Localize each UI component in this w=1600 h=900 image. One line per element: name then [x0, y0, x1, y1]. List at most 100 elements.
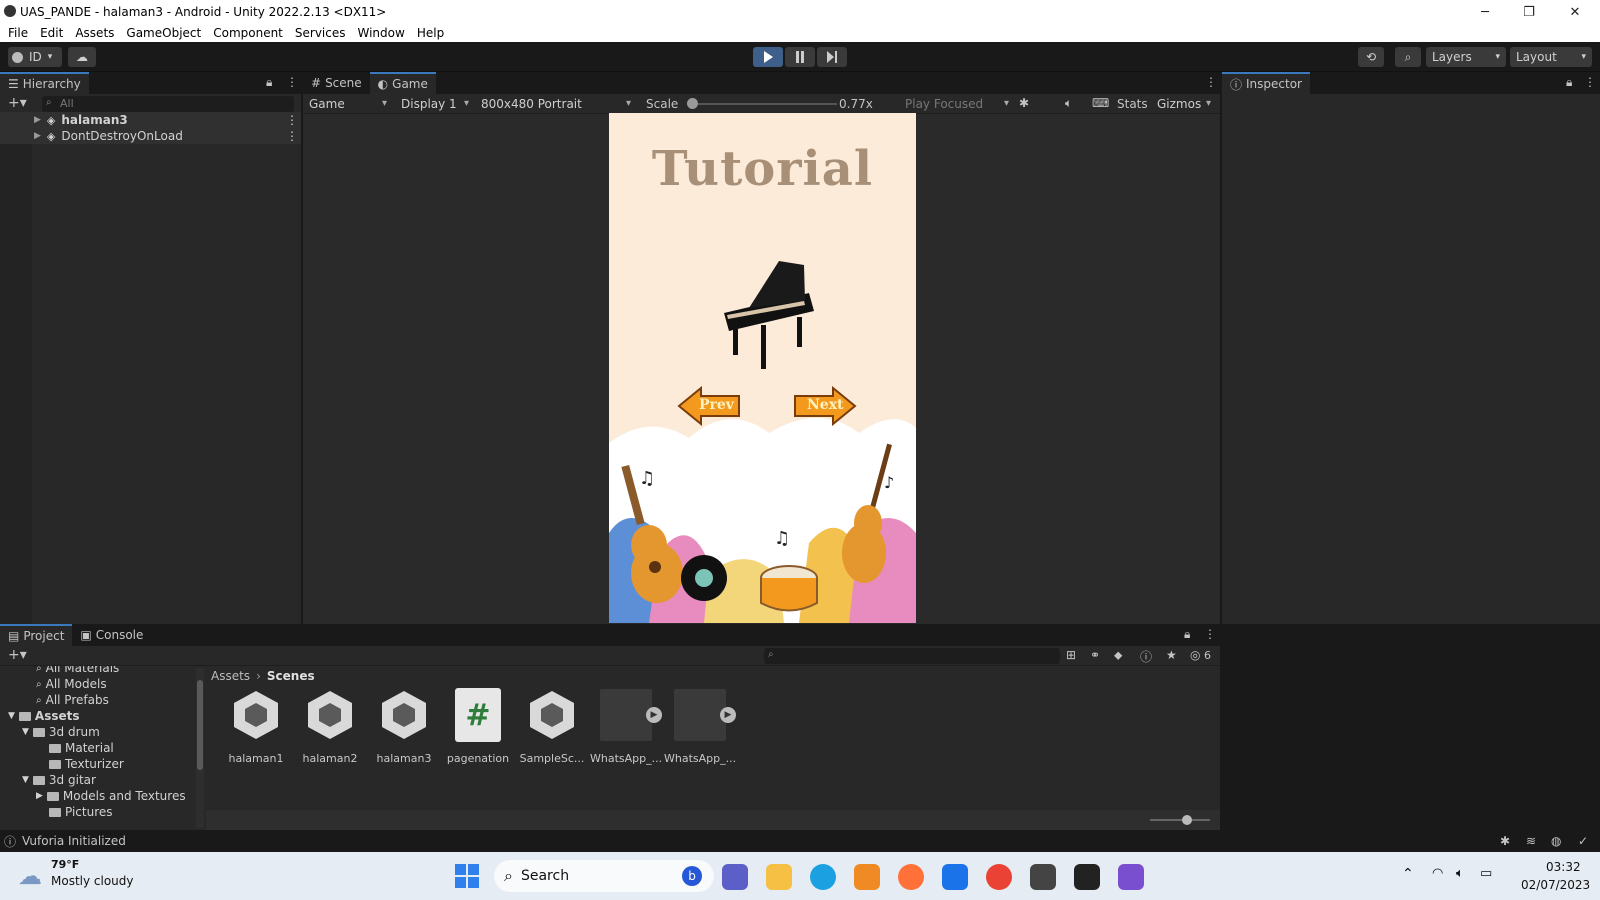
more-icon[interactable]: ⋮	[286, 75, 298, 89]
chevron-up-icon[interactable]: ⌃	[1402, 866, 1414, 882]
more-icon[interactable]: ⋮	[286, 113, 298, 127]
hierarchy-search-input[interactable]: ⌕ All	[42, 96, 294, 112]
zoom-slider-thumb[interactable]	[1182, 815, 1192, 825]
more-icon[interactable]: ⋮	[286, 129, 298, 143]
play-focused-dropdown[interactable]: Play Focused	[901, 95, 1013, 113]
volume-icon[interactable]: 🔈︎	[1456, 866, 1464, 881]
minimize-button[interactable]: ─	[1462, 0, 1508, 24]
check-icon[interactable]: ✓	[1578, 834, 1588, 848]
tab-project[interactable]: ▤ Project	[0, 624, 73, 646]
restore-button[interactable]: ❐	[1506, 0, 1552, 24]
gizmos-dropdown[interactable]: Gizmos	[1153, 95, 1215, 113]
photos-icon[interactable]	[942, 864, 968, 890]
tab-hierarchy[interactable]: ☰ Hierarchy	[0, 72, 89, 94]
search-by-type-icon[interactable]: ⊞	[1066, 648, 1076, 662]
mute-audio-icon[interactable]: 🔈︎	[1065, 96, 1072, 111]
shortcuts-keyboard-icon[interactable]: ⌨	[1092, 96, 1109, 110]
menu-assets[interactable]: Assets	[69, 26, 120, 40]
next-button[interactable]: Next	[793, 385, 857, 427]
battery-icon[interactable]: ▭	[1480, 866, 1492, 881]
visual-studio-icon[interactable]	[1118, 864, 1144, 890]
project-tree-item[interactable]: ▼ 3d drum	[22, 724, 100, 740]
add-icon[interactable]: +▾	[8, 647, 27, 663]
menu-edit[interactable]: Edit	[34, 26, 69, 40]
project-search-input[interactable]: ⌕	[764, 648, 1060, 664]
asset-item[interactable]: ▶ WhatsApp_...	[664, 686, 736, 765]
start-windows-icon[interactable]	[455, 864, 479, 888]
menu-window[interactable]: Window	[352, 26, 411, 40]
tab-game[interactable]: ◐ Game	[369, 72, 436, 94]
more-icon[interactable]: ⋮	[1584, 75, 1596, 89]
hierarchy-row[interactable]: ▶ ◈ DontDestroyOnLoad ⋮	[0, 128, 301, 144]
cloud-button[interactable]: ☁	[68, 47, 96, 67]
breadcrumb-scenes[interactable]: Scenes	[267, 669, 315, 683]
layout-dropdown[interactable]: Layout ▾	[1510, 47, 1592, 67]
project-tree-item[interactable]: ▼ 3d gitar	[22, 772, 96, 788]
asset-item[interactable]: halaman2	[294, 686, 366, 765]
cache-icon[interactable]: ≋	[1526, 834, 1536, 848]
layers-dropdown[interactable]: Layers ▾	[1426, 47, 1506, 67]
project-tree-item[interactable]: ▼ Assets	[8, 708, 80, 724]
tab-inspector[interactable]: ⓘ Inspector	[1222, 72, 1310, 94]
edge-icon[interactable]	[810, 864, 836, 890]
project-tree-item[interactable]: ⌕ All Materials	[22, 666, 119, 676]
zoom-slider[interactable]	[1150, 815, 1210, 825]
weather-temp[interactable]: 79°F	[51, 858, 79, 871]
project-tree-item[interactable]: Texturizer	[36, 756, 124, 772]
prev-button[interactable]: Prev	[677, 385, 741, 427]
status-message[interactable]: Vuforia Initialized	[22, 834, 126, 848]
project-tree-item[interactable]: ▶ Models and Textures	[36, 788, 186, 804]
file-explorer-icon[interactable]	[766, 864, 792, 890]
asset-item[interactable]: SampleSc...	[516, 686, 588, 765]
game-viewport[interactable]: Tutorial Prev Next ♫ ♫ ♪	[609, 113, 916, 623]
asset-item[interactable]: halaman1	[220, 686, 292, 765]
tree-scrollbar[interactable]	[196, 668, 204, 828]
favorite-star-icon[interactable]: ★	[1166, 648, 1177, 662]
bug-icon[interactable]: ✱	[1019, 96, 1029, 110]
play-button[interactable]	[753, 47, 783, 67]
asset-item[interactable]: # pagenation	[442, 686, 514, 765]
tab-scene[interactable]: # Scene	[303, 72, 370, 94]
pause-button[interactable]	[785, 47, 815, 67]
stats-button[interactable]: Stats	[1117, 97, 1148, 111]
tag-icon[interactable]: ⬥	[1114, 648, 1122, 663]
history-button[interactable]: ⟲	[1358, 47, 1384, 67]
more-icon[interactable]: ⋮	[1205, 75, 1217, 89]
weather-desc[interactable]: Mostly cloudy	[51, 874, 134, 888]
resolution-dropdown[interactable]: 800x480 Portrait	[477, 95, 635, 113]
globe-icon[interactable]: ◍	[1551, 834, 1561, 848]
hierarchy-row[interactable]: ▶ ◈ halaman3 ⋮	[0, 112, 301, 128]
more-icon[interactable]: ⋮	[1204, 627, 1216, 641]
project-tree-item[interactable]: Material	[36, 740, 114, 756]
asset-item[interactable]: ▶ WhatsApp_...	[590, 686, 662, 765]
menu-services[interactable]: Services	[289, 26, 352, 40]
scale-slider-track[interactable]	[687, 98, 837, 109]
project-tree-item[interactable]: Pictures	[36, 804, 113, 820]
taskbar-search-box[interactable]: ⌕ Search b	[494, 860, 714, 892]
search-button[interactable]: ⌕	[1395, 47, 1421, 67]
scale-slider-thumb[interactable]	[687, 98, 698, 109]
game-mode-dropdown[interactable]: Game	[305, 95, 391, 113]
clock-date[interactable]: 02/07/2023	[1521, 878, 1590, 892]
display-dropdown[interactable]: Display 1	[397, 95, 473, 113]
project-tree-item[interactable]: ⌕ All Models	[22, 676, 107, 692]
unity-hub-icon[interactable]	[1030, 864, 1056, 890]
menu-help[interactable]: Help	[411, 26, 450, 40]
lock-icon[interactable]: 🔒︎	[1566, 75, 1572, 90]
alert-icon[interactable]: ⓘ	[1140, 648, 1152, 665]
account-dropdown[interactable]: ID ▾	[8, 47, 62, 67]
menu-gameobject[interactable]: GameObject	[120, 26, 207, 40]
clock-time[interactable]: 03:32	[1546, 860, 1581, 874]
meet-icon[interactable]	[722, 864, 748, 890]
project-tree-item[interactable]: ⌕ All Prefabs	[22, 692, 109, 708]
close-button[interactable]: ✕	[1552, 0, 1598, 24]
weather-cloud-icon[interactable]: ☁	[18, 862, 42, 890]
tree-scrollbar-thumb[interactable]	[197, 680, 203, 770]
unity-editor-icon[interactable]	[1074, 864, 1100, 890]
search-by-label-icon[interactable]: ⚭	[1090, 648, 1100, 662]
add-icon[interactable]: +▾	[8, 95, 27, 111]
firefox-icon[interactable]	[898, 864, 924, 890]
hidden-packages-icon[interactable]: ◎	[1190, 648, 1200, 662]
asset-item[interactable]: halaman3	[368, 686, 440, 765]
breadcrumb-assets[interactable]: Assets	[211, 669, 250, 683]
